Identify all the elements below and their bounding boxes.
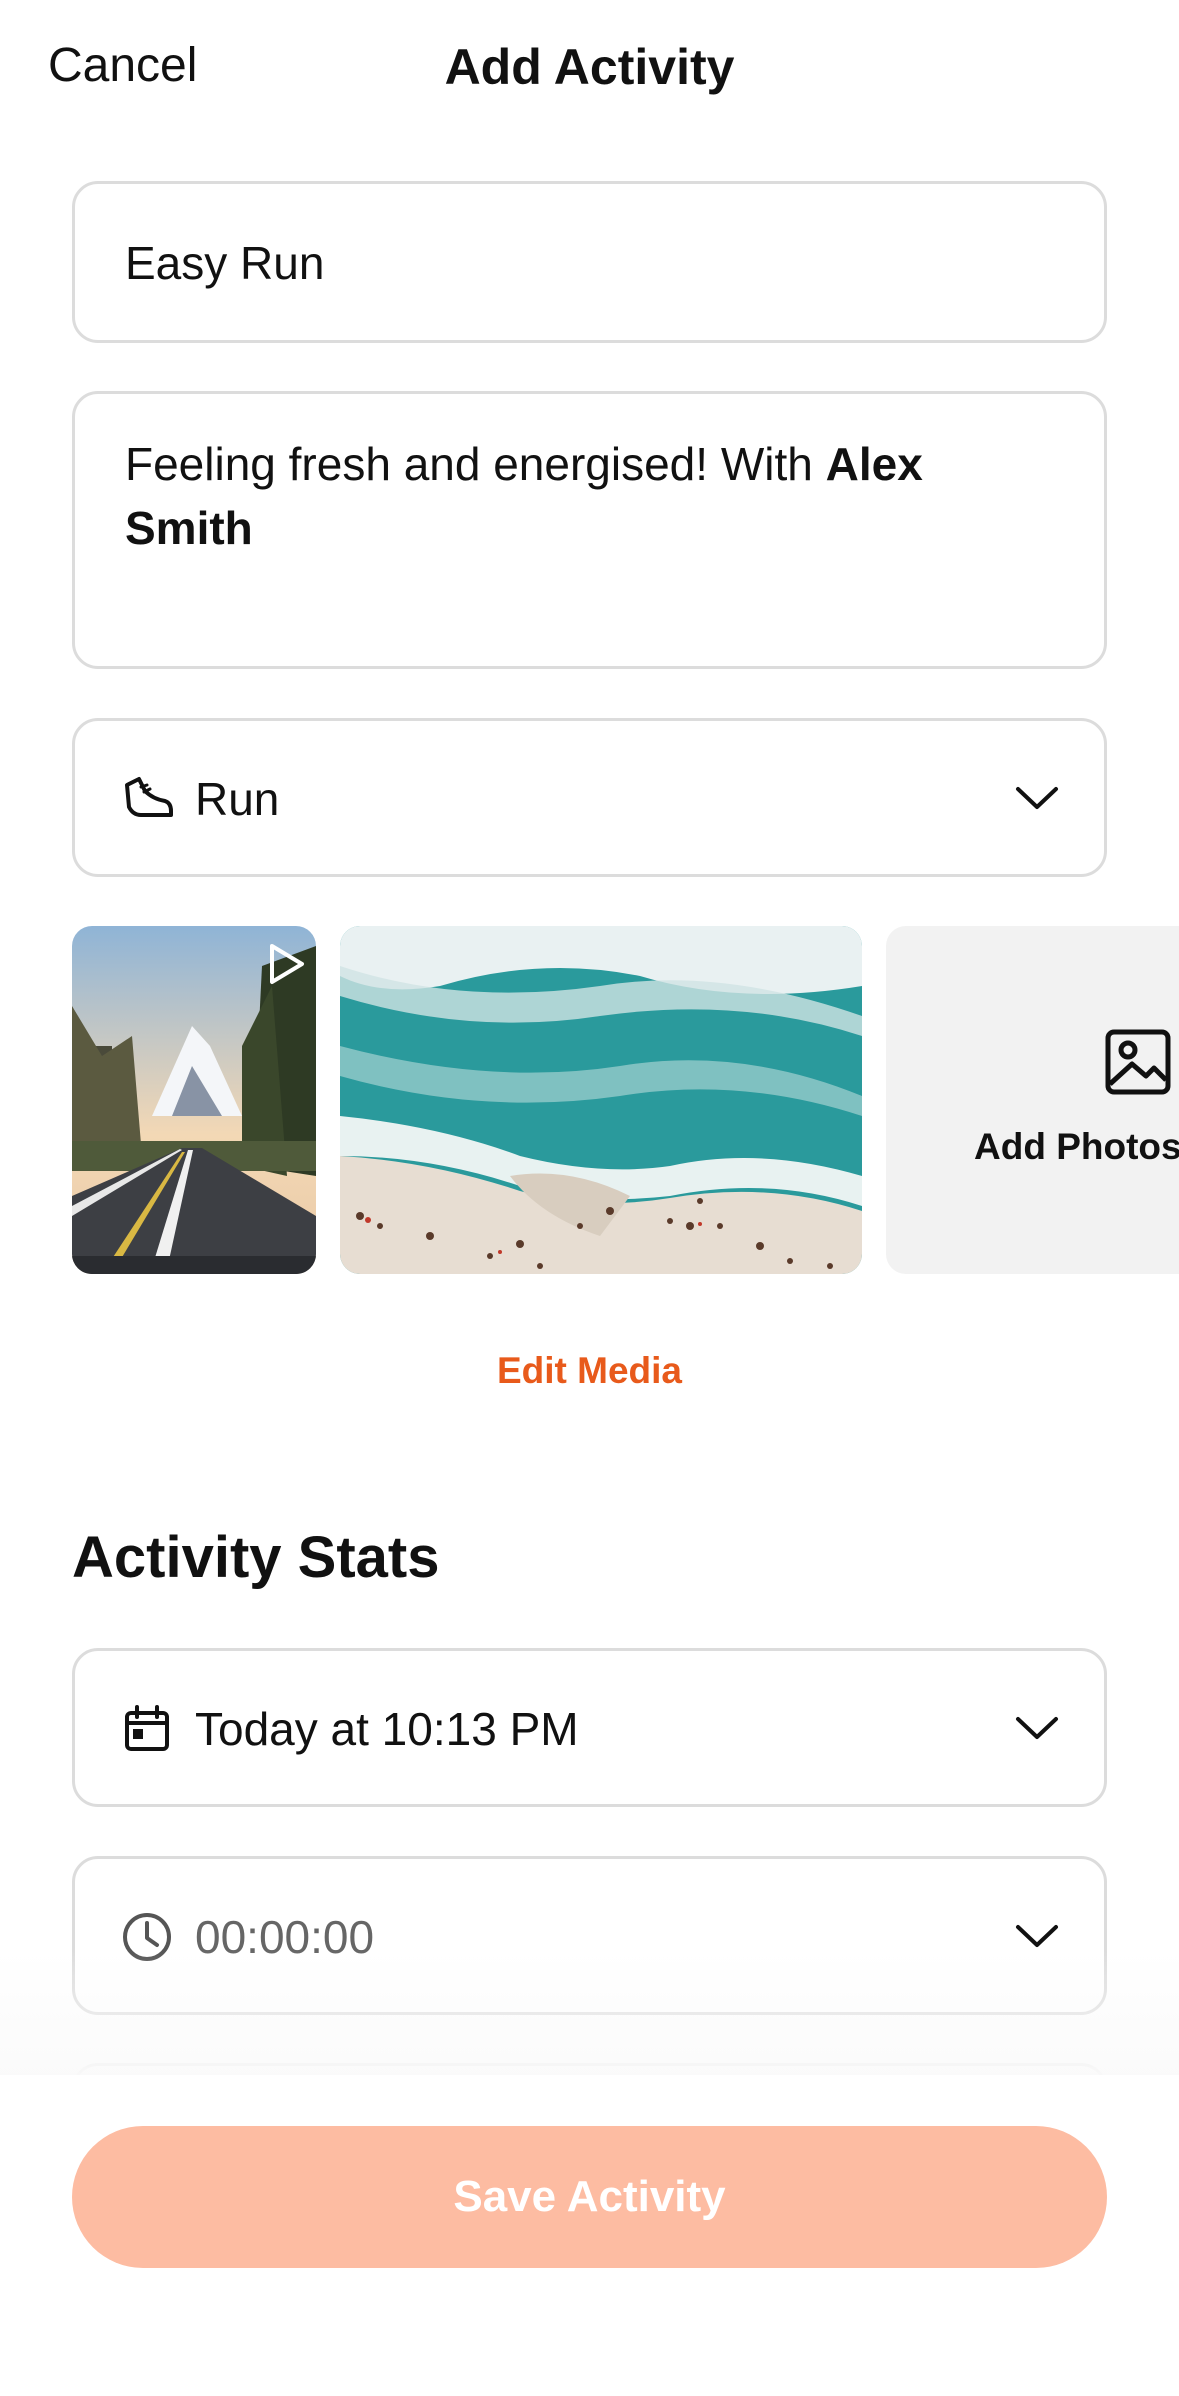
description-text: Feeling fresh and energised! With [125, 438, 826, 490]
date-select[interactable]: Today at 10:13 PM [72, 1648, 1107, 1807]
chevron-down-icon [1016, 787, 1058, 809]
activity-description-field[interactable]: Feeling fresh and energised! With Alex S… [72, 391, 1107, 669]
activity-description-value: Feeling fresh and energised! With Alex S… [125, 432, 1054, 560]
video-play-icon [270, 944, 304, 984]
image-icon [1105, 1029, 1171, 1095]
cancel-button[interactable]: Cancel [48, 38, 197, 93]
media-thumbnail-beach[interactable] [340, 926, 862, 1274]
media-strip[interactable]: Add Photos [0, 926, 1179, 1274]
edit-media-link[interactable]: Edit Media [0, 1350, 1179, 1392]
header: Cancel Add Activity [0, 0, 1179, 140]
media-thumbnail-road[interactable] [72, 926, 316, 1274]
activity-name-value: Easy Run [125, 237, 325, 289]
activity-name-field[interactable]: Easy Run [72, 181, 1107, 343]
beach-photo-image [340, 926, 862, 1274]
add-photos-button[interactable]: Add Photos [886, 926, 1179, 1274]
add-photos-label: Add Photos [974, 1126, 1179, 1167]
activity-stats-heading: Activity Stats [72, 1525, 440, 1590]
save-activity-button[interactable]: Save Activity [72, 2126, 1107, 2268]
shoe-icon [125, 777, 173, 817]
chevron-down-icon [1016, 1717, 1058, 1739]
date-value: Today at 10:13 PM [195, 1703, 579, 1755]
bottom-bar: Save Activity [0, 2075, 1179, 2396]
sport-type-value: Run [195, 773, 280, 825]
scroll-fade [0, 1950, 1179, 2075]
sport-type-select[interactable]: Run [72, 718, 1107, 877]
calendar-icon [125, 1705, 169, 1751]
